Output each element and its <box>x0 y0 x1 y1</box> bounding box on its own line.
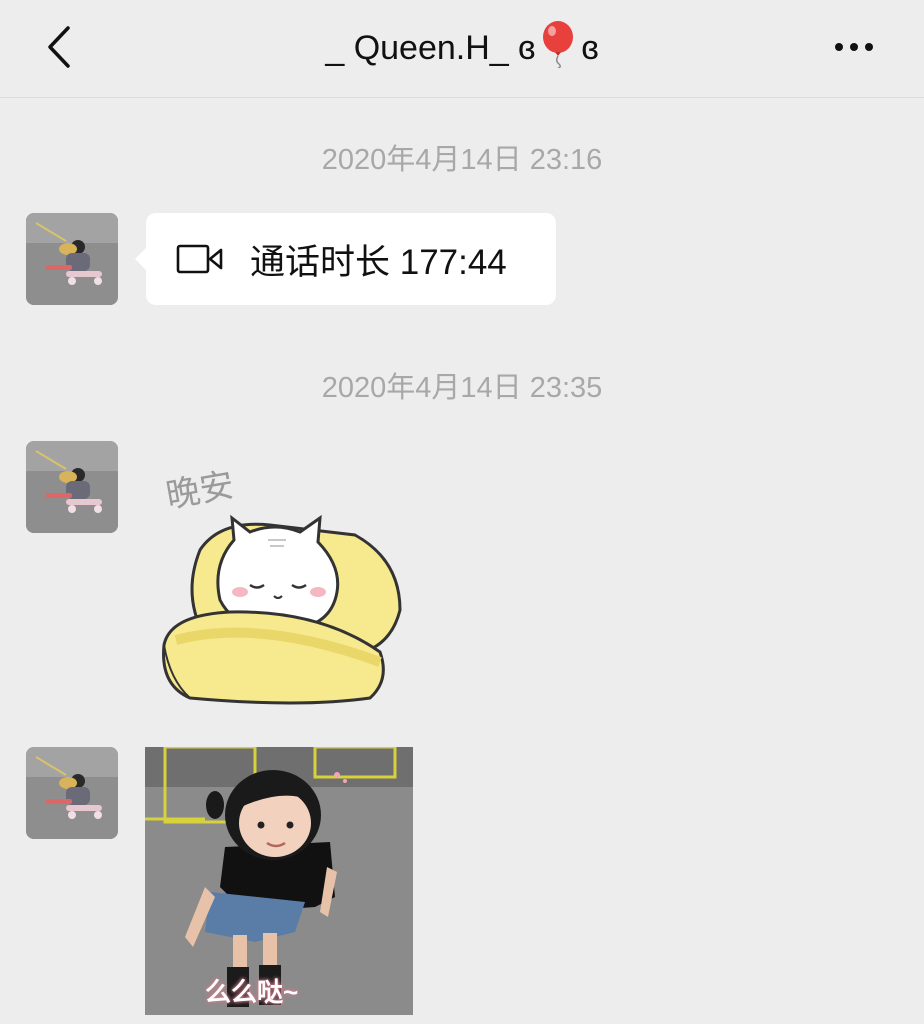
navigation-bar: _ Queen.H_ ɞ ɞ <box>0 0 924 98</box>
message-timestamp: 2020年4月14日 23:35 <box>321 372 603 404</box>
chat-title-suffix: ɞ <box>581 28 599 67</box>
chat-title: _ Queen.H_ ɞ ɞ <box>200 20 724 72</box>
balloon-icon <box>541 20 575 77</box>
chevron-left-icon <box>48 26 70 68</box>
chat-title-text: _ Queen.H_ ɞ <box>325 28 536 67</box>
photo-message[interactable]: 么么哒~ <box>145 747 413 1015</box>
ellipsis-icon-dot <box>835 43 843 51</box>
video-call-message[interactable]: 通话时长 177:44 <box>135 213 556 305</box>
call-duration-text: 通话时长 177:44 <box>250 242 507 282</box>
ellipsis-icon-dot <box>865 43 873 51</box>
contact-avatar[interactable] <box>26 213 118 305</box>
sticker-text: 晚安 <box>163 465 237 516</box>
photo-caption: 么么哒~ <box>205 977 299 1007</box>
message-timestamp: 2020年4月14日 23:16 <box>321 144 603 176</box>
goodnight-sticker[interactable]: 晚安 <box>150 440 420 720</box>
contact-avatar[interactable] <box>26 747 118 839</box>
ellipsis-icon-dot <box>850 43 858 51</box>
back-button[interactable] <box>34 22 84 72</box>
video-camera-icon <box>176 244 223 274</box>
contact-avatar[interactable] <box>26 441 118 533</box>
more-options-button[interactable] <box>824 27 884 67</box>
